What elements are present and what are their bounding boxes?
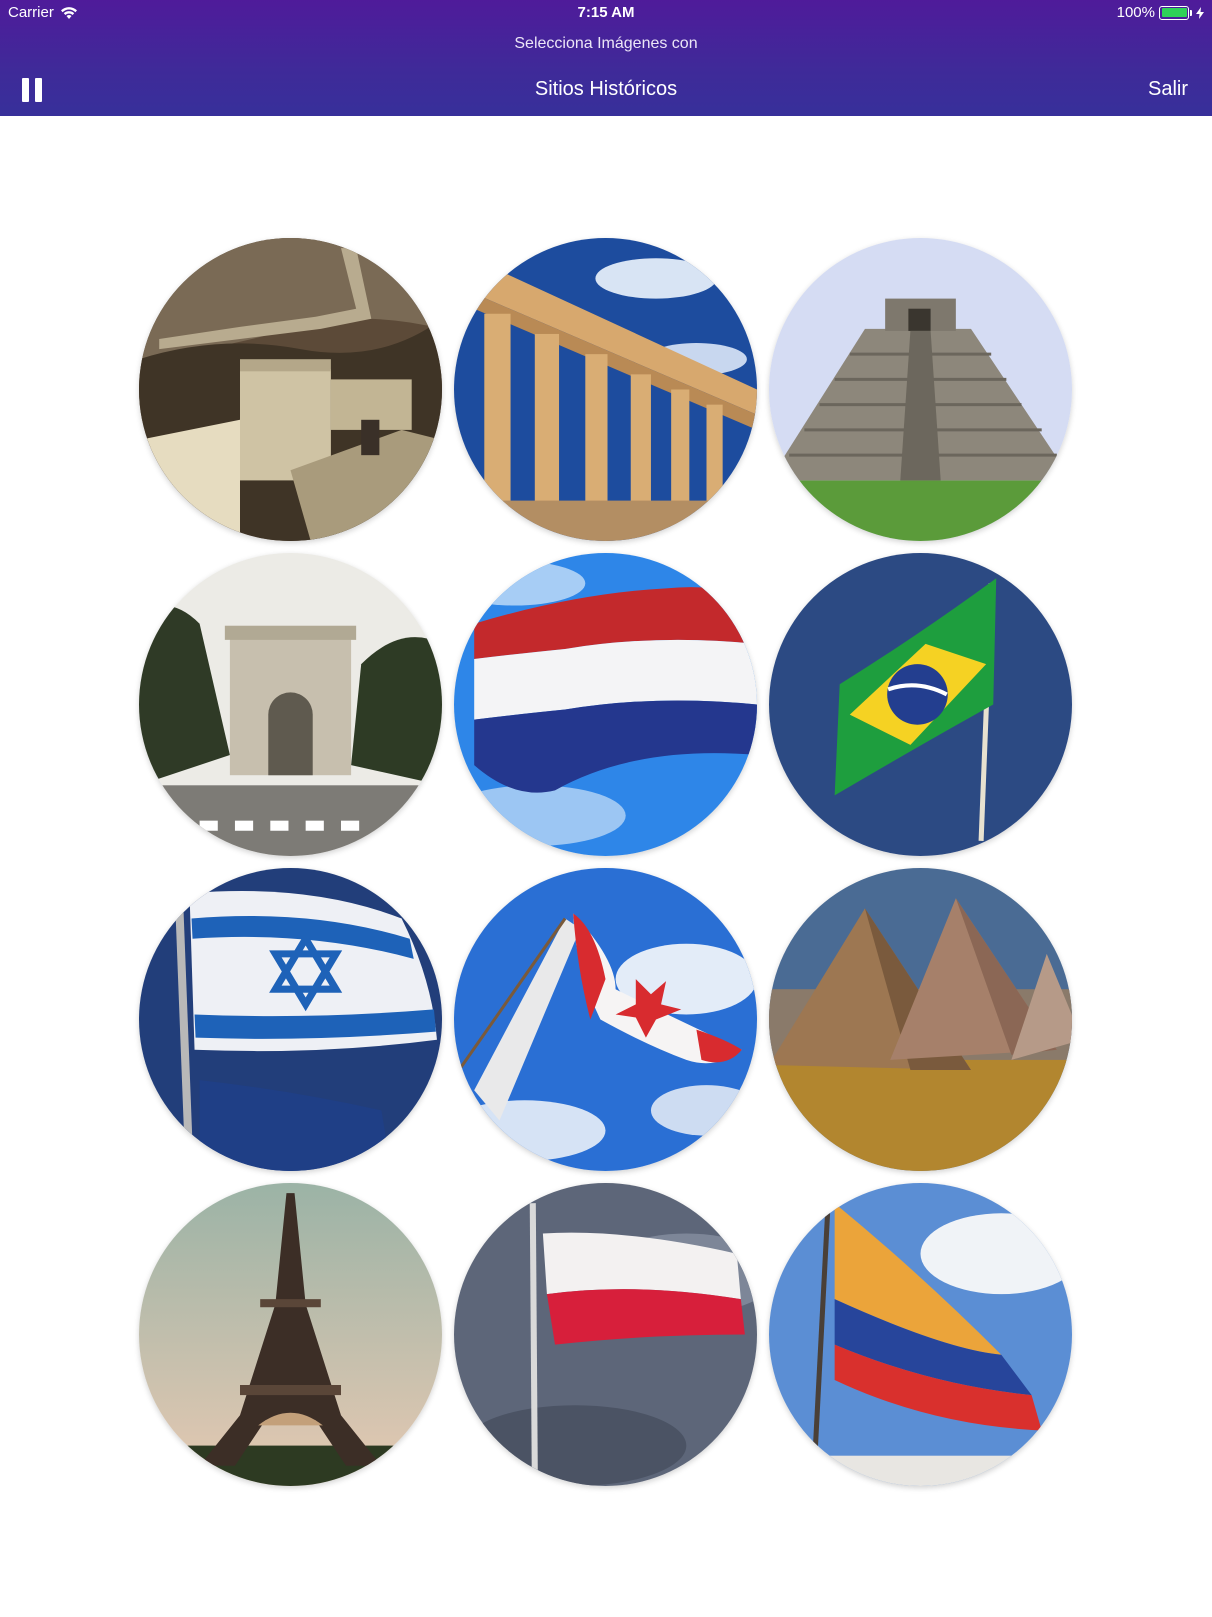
tile-great-wall[interactable] [139, 238, 442, 541]
image-grid [0, 0, 1212, 1617]
battery-status: 100% [1117, 4, 1204, 21]
parthenon-image [454, 238, 757, 541]
eiffel-tower-image [139, 1183, 442, 1486]
arc-de-triomphe-image [139, 553, 442, 856]
tile-parthenon[interactable] [454, 238, 757, 541]
poland-flag-image [454, 1183, 757, 1486]
nav-bar: Sitios Históricos Salir [0, 70, 1212, 110]
instruction-subtitle: Selecciona Imágenes con [514, 35, 698, 52]
tile-chichen-itza[interactable] [769, 238, 1072, 541]
colombia-flag-image [769, 1183, 1072, 1486]
canada-flag-image [454, 868, 757, 1171]
tile-giza-pyramids[interactable] [769, 868, 1072, 1171]
battery-icon [1159, 5, 1189, 20]
tile-canada-flag[interactable] [454, 868, 757, 1171]
great-wall-image [139, 238, 442, 541]
exit-button[interactable]: Salir [1148, 78, 1188, 101]
chichen-itza-image [769, 238, 1072, 541]
tile-eiffel-tower[interactable] [139, 1183, 442, 1486]
clock: 7:15 AM [577, 4, 635, 21]
tile-brazil-flag[interactable] [769, 553, 1072, 856]
battery-percent: 100% [1116, 4, 1155, 21]
category-title: Sitios Históricos [534, 78, 678, 100]
tile-netherlands-flag[interactable] [454, 553, 757, 856]
israel-flag-image [139, 868, 442, 1171]
brazil-flag-image [769, 553, 1072, 856]
tile-arc-de-triomphe[interactable] [139, 553, 442, 856]
tile-colombia-flag[interactable] [769, 1183, 1072, 1486]
app-header: Carrier 7:15 AM 100% Selecciona Imágenes… [0, 0, 1212, 116]
netherlands-flag-image [454, 553, 757, 856]
tile-poland-flag[interactable] [454, 1183, 757, 1486]
status-bar: Carrier 7:15 AM 100% [0, 0, 1212, 26]
charging-icon [1196, 6, 1204, 19]
giza-pyramids-image [769, 868, 1072, 1171]
tile-israel-flag[interactable] [139, 868, 442, 1171]
